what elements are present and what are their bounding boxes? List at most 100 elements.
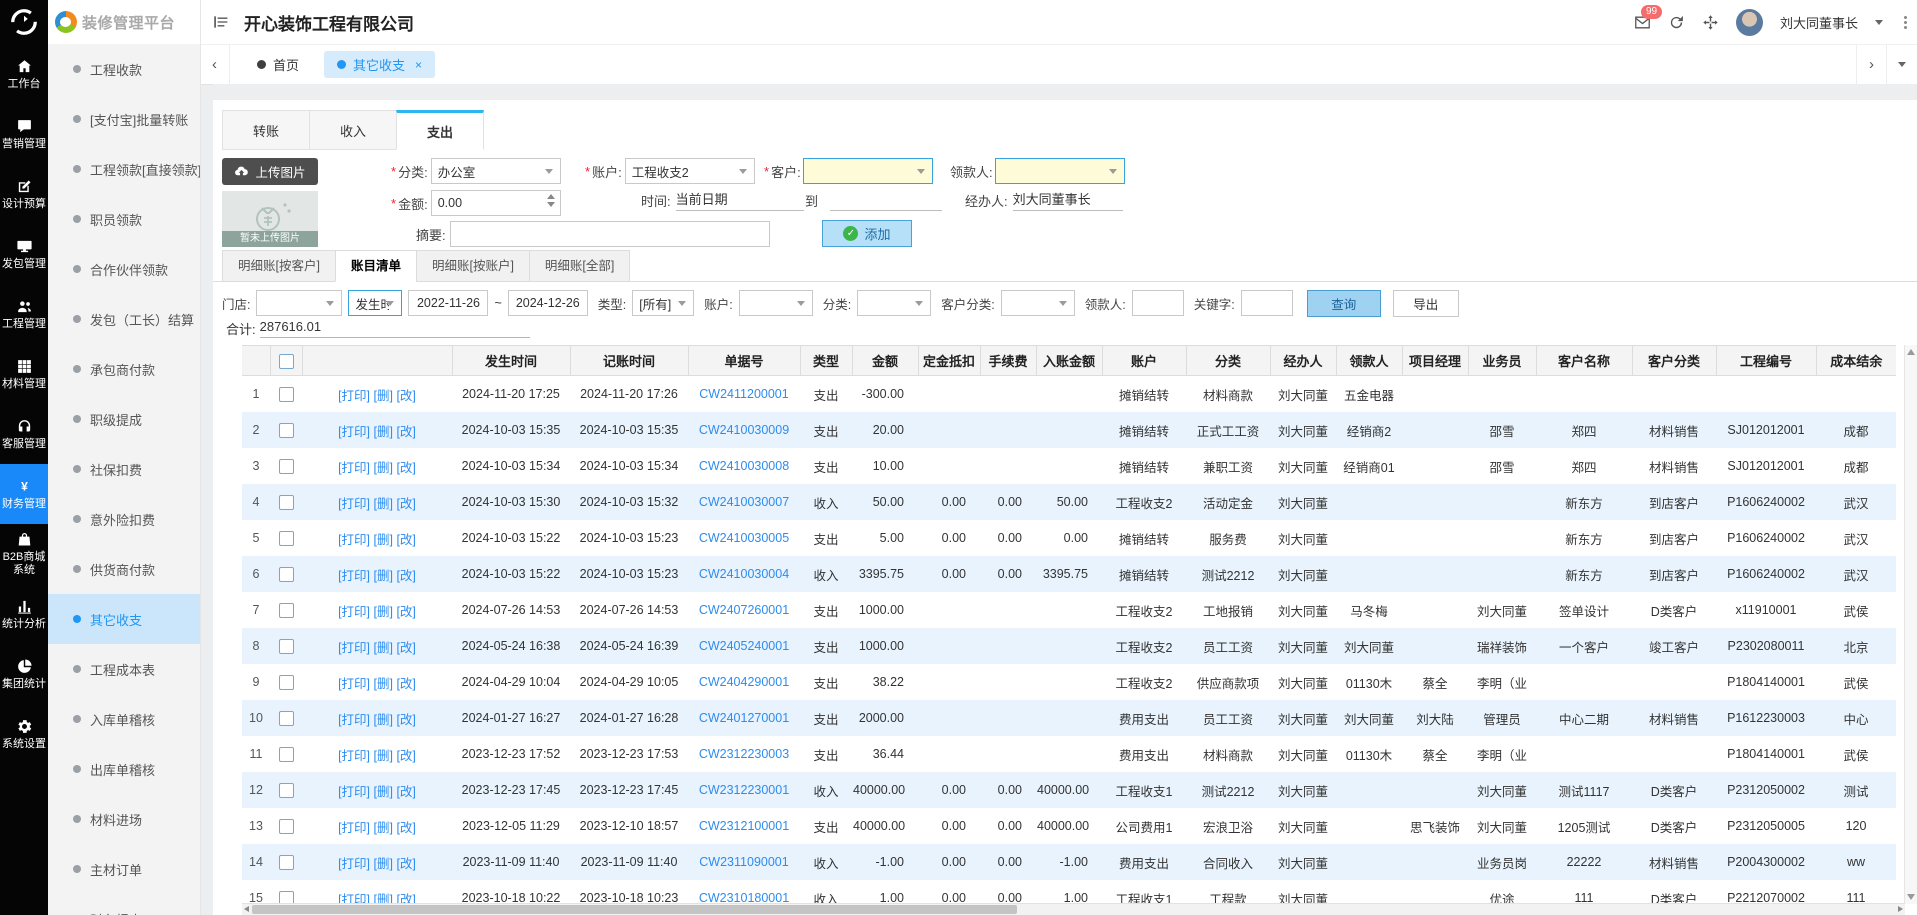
print-link[interactable]: [打印] (338, 425, 370, 439)
row-checkbox[interactable] (279, 567, 294, 582)
list-tab-2[interactable]: 明细账[按账户] (416, 250, 530, 282)
cell-doc-no[interactable]: CW2310180001 (688, 880, 800, 904)
page-tab-0[interactable]: 首页 (244, 51, 312, 78)
rail-item-yuan[interactable]: ¥ 财务管理 (0, 464, 48, 524)
edit-link[interactable]: [改] (396, 821, 415, 835)
rail-item-chart[interactable]: 统计分析 (0, 584, 48, 644)
payee-select[interactable] (995, 158, 1125, 184)
edit-link[interactable]: [改] (396, 605, 415, 619)
category-select[interactable]: 办公室 (431, 158, 561, 184)
delete-link[interactable]: [删] (374, 389, 393, 403)
fullscreen-icon[interactable] (1702, 14, 1719, 31)
sidebar-item-7[interactable]: 职级提成 (48, 394, 200, 444)
date-mode-select[interactable]: 发生时 (348, 290, 402, 316)
cell-doc-no[interactable]: CW2312100001 (688, 808, 800, 844)
sidebar-item-3[interactable]: 职员领款 (48, 194, 200, 244)
tabs-scroll-left-icon[interactable]: ‹ (200, 45, 230, 84)
add-button[interactable]: 添加 (822, 220, 912, 247)
date-from-input[interactable]: 2022-11-26 (408, 290, 488, 316)
sidebar-item-0[interactable]: 工程收款 (48, 44, 200, 94)
cell-doc-no[interactable]: CW2410030007 (688, 484, 800, 520)
mail-icon[interactable]: 99 (1634, 14, 1651, 31)
cell-doc-no[interactable]: CW2404290001 (688, 664, 800, 700)
sidebar-item-17[interactable]: 财务报表 (48, 894, 200, 915)
delete-link[interactable]: [删] (374, 641, 393, 655)
row-checkbox[interactable] (279, 819, 294, 834)
row-checkbox[interactable] (279, 891, 294, 904)
cell-doc-no[interactable]: CW2405240001 (688, 628, 800, 664)
cell-doc-no[interactable]: CW2312230001 (688, 772, 800, 808)
cell-doc-no[interactable]: CW2401270001 (688, 700, 800, 736)
rail-item-monitor[interactable]: 发包管理 (0, 224, 48, 284)
row-checkbox[interactable] (279, 855, 294, 870)
page-tab-1[interactable]: 其它收支 × (324, 51, 435, 78)
sidebar-item-1[interactable]: [支付宝]批量转账 (48, 94, 200, 144)
time-to-value[interactable] (830, 190, 942, 211)
cell-doc-no[interactable]: CW2410030009 (688, 412, 800, 448)
edit-link[interactable]: [改] (396, 461, 415, 475)
delete-link[interactable]: [删] (374, 569, 393, 583)
delete-link[interactable]: [删] (374, 497, 393, 511)
edit-link[interactable]: [改] (396, 497, 415, 511)
sidebar-item-13[interactable]: 入库单稽核 (48, 694, 200, 744)
edit-link[interactable]: [改] (396, 749, 415, 763)
row-checkbox[interactable] (279, 387, 294, 402)
print-link[interactable]: [打印] (338, 497, 370, 511)
section-tab-2[interactable]: 支出 (396, 110, 484, 150)
time-value[interactable]: 当前日期 (676, 190, 804, 211)
sidebar-item-14[interactable]: 出库单稽核 (48, 744, 200, 794)
type-select[interactable]: [所有] (632, 290, 694, 316)
cell-doc-no[interactable]: CW2411200001 (688, 376, 800, 413)
summary-input[interactable] (450, 221, 770, 247)
account-filter-select[interactable] (739, 290, 813, 316)
edit-link[interactable]: [改] (396, 425, 415, 439)
print-link[interactable]: [打印] (338, 569, 370, 583)
more-menu-icon[interactable] (1904, 16, 1907, 29)
row-checkbox[interactable] (279, 675, 294, 690)
sidebar-item-12[interactable]: 工程成本表 (48, 644, 200, 694)
menu-toggle-icon[interactable] (212, 13, 230, 31)
rail-item-gear[interactable]: 系统设置 (0, 704, 48, 764)
section-tab-0[interactable]: 转账 (222, 110, 310, 150)
section-tab-1[interactable]: 收入 (309, 110, 397, 150)
rail-item-pie[interactable]: 集团统计 (0, 644, 48, 704)
sidebar-item-5[interactable]: 发包（工长）结算 (48, 294, 200, 344)
edit-link[interactable]: [改] (396, 857, 415, 871)
category-filter-select[interactable] (857, 290, 931, 316)
row-checkbox[interactable] (279, 531, 294, 546)
list-tab-0[interactable]: 明细账[按客户] (222, 250, 336, 282)
edit-link[interactable]: [改] (396, 641, 415, 655)
image-placeholder[interactable]: 暂未上传图片 (222, 191, 318, 247)
tabs-dropdown-icon[interactable] (1886, 45, 1917, 84)
row-checkbox[interactable] (279, 423, 294, 438)
app-logo[interactable] (0, 0, 48, 44)
print-link[interactable]: [打印] (338, 389, 370, 403)
row-checkbox[interactable] (279, 459, 294, 474)
search-button[interactable]: 查询 (1307, 290, 1381, 317)
cell-doc-no[interactable]: CW2410030005 (688, 520, 800, 556)
edit-link[interactable]: [改] (396, 389, 415, 403)
row-checkbox[interactable] (279, 495, 294, 510)
row-checkbox[interactable] (279, 639, 294, 654)
delete-link[interactable]: [删] (374, 425, 393, 439)
delete-link[interactable]: [删] (374, 749, 393, 763)
delete-link[interactable]: [删] (374, 605, 393, 619)
edit-link[interactable]: [改] (396, 533, 415, 547)
scrollbar-thumb[interactable] (252, 905, 1017, 914)
delete-link[interactable]: [删] (374, 821, 393, 835)
list-tab-1[interactable]: 账目清单 (335, 250, 417, 282)
rail-item-edit[interactable]: 设计预算 (0, 164, 48, 224)
print-link[interactable]: [打印] (338, 785, 370, 799)
delete-link[interactable]: [删] (374, 533, 393, 547)
rail-item-grid[interactable]: 材料管理 (0, 344, 48, 404)
horizontal-scrollbar[interactable] (242, 903, 1905, 915)
edit-link[interactable]: [改] (396, 785, 415, 799)
amount-input[interactable]: 0.00 (431, 190, 561, 216)
print-link[interactable]: [打印] (338, 713, 370, 727)
row-checkbox[interactable] (279, 711, 294, 726)
delete-link[interactable]: [删] (374, 857, 393, 871)
upload-image-button[interactable]: 上传图片 (222, 158, 318, 185)
account-select[interactable]: 工程收支2 (625, 158, 755, 184)
delete-link[interactable]: [删] (374, 713, 393, 727)
delete-link[interactable]: [删] (374, 677, 393, 691)
